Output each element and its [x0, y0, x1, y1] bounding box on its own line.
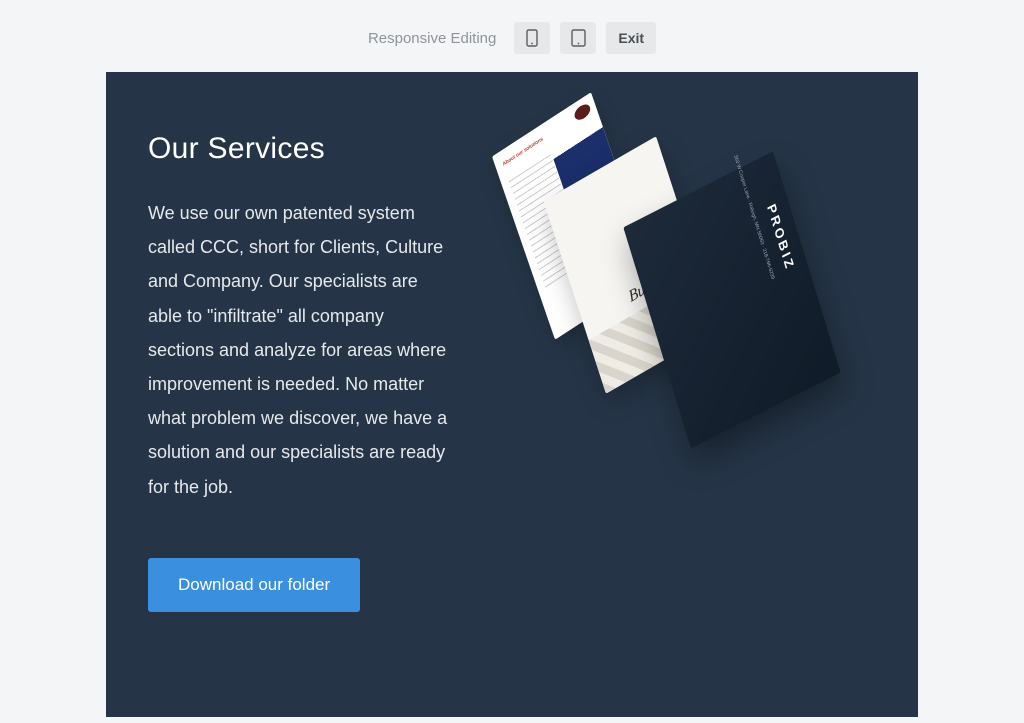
content-panel: Our Services We use our own patented sys… [106, 72, 918, 717]
cta-row: Download our folder [148, 558, 448, 612]
image-column: About our solutions Bus PROBIZ 363 W Coo… [448, 132, 876, 612]
responsive-editing-toolbar: Responsive Editing Exit [0, 0, 1024, 72]
exit-button-label: Exit [618, 30, 644, 46]
exit-button[interactable]: Exit [606, 22, 656, 54]
toolbar-label: Responsive Editing [368, 30, 496, 47]
section-body: We use our own patented system called CC… [148, 196, 448, 504]
brochure-mockup: About our solutions Bus PROBIZ 363 W Coo… [468, 122, 888, 402]
download-folder-button[interactable]: Download our folder [148, 558, 360, 612]
cta-label: Download our folder [178, 575, 330, 595]
section-heading: Our Services [148, 132, 448, 166]
tablet-icon [571, 29, 586, 47]
mobile-view-button[interactable] [514, 22, 550, 54]
tablet-view-button[interactable] [560, 22, 596, 54]
mobile-icon [526, 29, 538, 47]
text-column: Our Services We use our own patented sys… [148, 132, 448, 612]
brochure-hat-shape [573, 101, 592, 122]
panel-row: Our Services We use our own patented sys… [106, 72, 918, 612]
